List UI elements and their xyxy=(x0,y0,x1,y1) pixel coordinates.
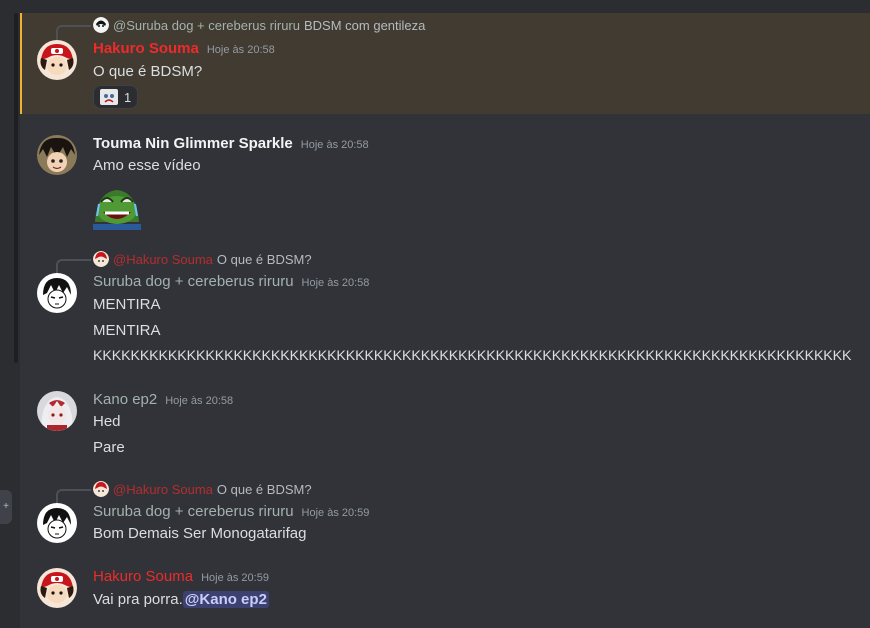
top-bar xyxy=(0,0,870,13)
timestamp[interactable]: Hoje às 20:58 xyxy=(207,44,275,56)
message-suruba-1: @Hakuro Souma O que é BDSM? Suruba dog +… xyxy=(20,244,870,378)
message-text: Hed xyxy=(93,413,121,430)
reply-text: BDSM com gentileza xyxy=(304,17,426,33)
message-header: Suruba dog + cereberus riruru Hoje às 20… xyxy=(93,273,369,290)
message-header: Suruba dog + cereberus riruru Hoje às 20… xyxy=(93,503,369,520)
message-text: Bom Demais Ser Monogatarifag xyxy=(93,525,307,542)
avatar[interactable] xyxy=(37,40,77,80)
message-touma: Touma Nin Glimmer Sparkle Hoje às 20:58 … xyxy=(20,114,870,244)
avatar[interactable] xyxy=(37,273,77,313)
reaction-button[interactable]: 1 xyxy=(93,85,139,109)
message-text: MENTIRA xyxy=(93,296,161,313)
avatar[interactable] xyxy=(37,135,77,175)
username[interactable]: Suruba dog + cereberus riruru xyxy=(93,273,294,290)
mention-highlight-bar xyxy=(20,13,22,114)
message-text: Amo esse vídeo xyxy=(93,157,201,174)
reply-text: O que é BDSM? xyxy=(216,251,312,267)
message-hakuro-2: Hakuro Souma Hoje às 20:59 Vai pra porra… xyxy=(20,554,870,628)
reply-author[interactable]: @Hakuro Souma xyxy=(113,252,213,267)
timestamp[interactable]: Hoje às 20:59 xyxy=(201,572,269,584)
message-header: Kano ep2 Hoje às 20:58 xyxy=(93,391,233,408)
message-header: Hakuro Souma Hoje às 20:59 xyxy=(93,568,269,585)
user-mention[interactable]: @Kano ep2 xyxy=(182,591,269,608)
username[interactable]: Hakuro Souma xyxy=(93,568,193,585)
username[interactable]: Touma Nin Glimmer Sparkle xyxy=(93,135,293,152)
laughing-pepe-emote[interactable] xyxy=(93,182,141,230)
reaction-count: 1 xyxy=(124,89,132,105)
left-edge xyxy=(0,13,20,628)
reply-avatar xyxy=(93,17,109,33)
avatar[interactable] xyxy=(37,391,77,431)
timestamp[interactable]: Hoje às 20:59 xyxy=(302,507,370,519)
sad-emoji-icon xyxy=(100,89,118,105)
username[interactable]: Kano ep2 xyxy=(93,391,157,408)
scrollbar[interactable] xyxy=(14,13,18,363)
reply-text: O que é BDSM? xyxy=(216,481,312,497)
timestamp[interactable]: Hoje às 20:58 xyxy=(302,277,370,289)
message-hakuro-1: @Suruba dog + cereberus riruru BDSM com … xyxy=(20,13,870,114)
avatar[interactable] xyxy=(37,503,77,543)
reply-author[interactable]: @Suruba dog + cereberus riruru xyxy=(113,18,300,33)
avatar[interactable] xyxy=(37,568,77,608)
reply-spine xyxy=(56,25,91,41)
message-header: Touma Nin Glimmer Sparkle Hoje às 20:58 xyxy=(93,135,369,152)
reply-preview[interactable]: @Hakuro Souma O que é BDSM? xyxy=(56,251,312,275)
message-text: MENTIRA xyxy=(93,322,161,339)
reply-avatar xyxy=(93,251,109,267)
message-header: Hakuro Souma Hoje às 20:58 xyxy=(93,40,275,57)
message-text: O que é BDSM? xyxy=(93,63,203,80)
reply-avatar xyxy=(93,481,109,497)
timestamp[interactable]: Hoje às 20:58 xyxy=(301,139,369,151)
reply-preview[interactable]: @Suruba dog + cereberus riruru BDSM com … xyxy=(56,17,426,41)
reply-preview[interactable]: @Hakuro Souma O que é BDSM? xyxy=(56,481,312,505)
reply-author[interactable]: @Hakuro Souma xyxy=(113,482,213,497)
message-text-content: Vai pra porra. xyxy=(93,591,183,608)
username[interactable]: Suruba dog + cereberus riruru xyxy=(93,503,294,520)
message-text: Vai pra porra. @Kano ep2 xyxy=(93,591,269,608)
timestamp[interactable]: Hoje às 20:58 xyxy=(165,395,233,407)
expand-panel-button[interactable]: + xyxy=(0,490,12,524)
message-suruba-2: @Hakuro Souma O que é BDSM? Suruba dog +… xyxy=(20,466,870,554)
message-kano: Kano ep2 Hoje às 20:58 Hed Pare xyxy=(20,378,870,466)
username[interactable]: Hakuro Souma xyxy=(93,40,199,57)
message-text: Pare xyxy=(93,439,125,456)
message-text: KKKKKKKKKKKKKKKKKKKKKKKKKKKKKKKKKKKKKKKK… xyxy=(93,348,852,364)
